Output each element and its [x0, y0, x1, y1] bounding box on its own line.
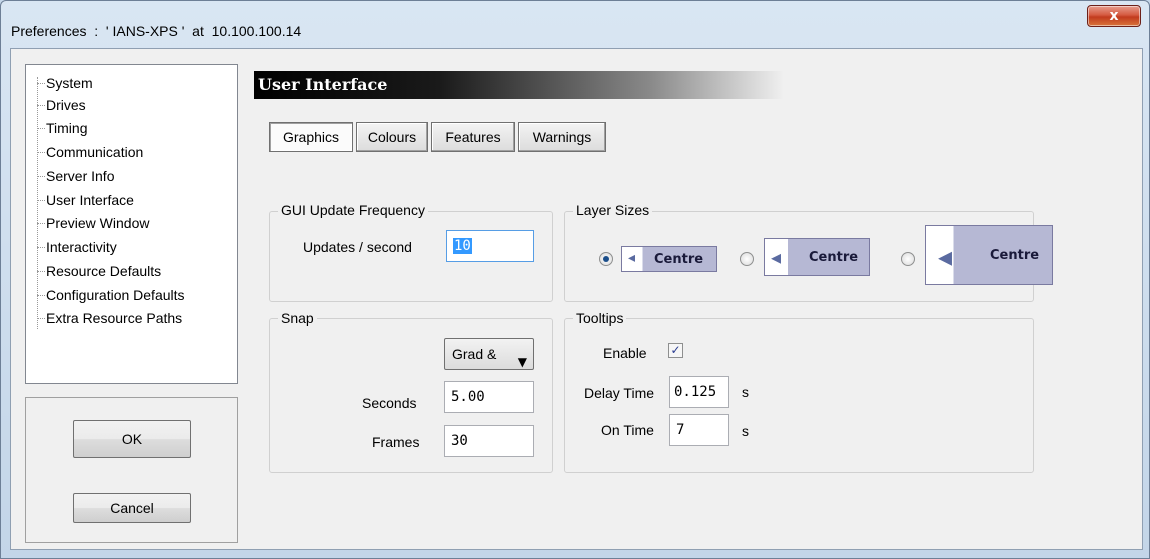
tree-item-label: Extra Resource Paths [46, 310, 183, 326]
speaker-icon: ◂ [938, 240, 953, 273]
tree-item-extra-resource-paths[interactable]: Extra Resource Paths [26, 308, 182, 330]
tab-features[interactable]: Features [431, 122, 515, 152]
delay-time-input[interactable]: 0.125 [669, 376, 729, 408]
title-bar[interactable]: Preferences : ' IANS-XPS ' at 10.100.100… [1, 1, 1149, 45]
layer-size-small-radio[interactable] [599, 252, 613, 266]
tree-item-label: Timing [46, 120, 88, 136]
seconds-label: Seconds [362, 395, 417, 411]
tree-item-drives[interactable]: Drives [26, 95, 86, 117]
layer-sizes-legend: Layer Sizes [573, 202, 653, 218]
speaker-icon: ◂ [771, 245, 782, 269]
updates-per-second-input[interactable]: 10 [446, 230, 534, 262]
updates-per-second-label: Updates / second [303, 239, 412, 255]
tree-item-interactivity[interactable]: Interactivity [26, 237, 117, 259]
tree-item-preview-window[interactable]: Preview Window [26, 213, 149, 235]
checkmark-icon: ✓ [670, 343, 681, 357]
updates-per-second-value: 10 [453, 238, 472, 254]
category-tree[interactable]: System Drives Timing Communication Serve… [25, 64, 238, 384]
frames-input[interactable]: 30 [444, 425, 534, 457]
tree-item-user-interface[interactable]: User Interface [26, 190, 134, 212]
tab-colours[interactable]: Colours [356, 122, 428, 152]
layer-size-medium-button[interactable]: ◂ Centre [764, 238, 870, 276]
on-time-input[interactable]: 7 [669, 414, 729, 446]
tooltips-legend: Tooltips [573, 310, 627, 326]
gui-update-frequency-legend: GUI Update Frequency [278, 202, 428, 218]
frames-label: Frames [372, 434, 420, 450]
tree-item-label: Communication [46, 144, 144, 160]
tab-graphics[interactable]: Graphics [269, 122, 353, 152]
delay-time-label: Delay Time [584, 385, 655, 401]
tree-item-timing[interactable]: Timing [26, 118, 88, 140]
tree-item-communication[interactable]: Communication [26, 142, 143, 164]
tree-item-label: User Interface [46, 192, 134, 208]
layer-size-large-radio[interactable] [901, 252, 915, 266]
layer-size-large-button[interactable]: ◂ Centre [925, 225, 1053, 285]
tree-item-resource-defaults[interactable]: Resource Defaults [26, 261, 161, 283]
enable-checkbox[interactable]: ✓ [668, 343, 683, 358]
close-button[interactable]: x [1087, 5, 1141, 27]
layer-size-medium-label: Centre [809, 250, 859, 265]
seconds-input[interactable]: 5.00 [444, 381, 534, 413]
on-time-unit: s [742, 423, 749, 439]
close-icon: x [1109, 8, 1119, 24]
layer-size-small-label: Centre [654, 252, 704, 267]
cancel-button[interactable]: Cancel [73, 493, 191, 523]
on-time-label: On Time [601, 422, 654, 438]
chevron-down-icon: ▼ [517, 355, 527, 369]
speaker-icon: ◂ [628, 250, 636, 266]
section-title: User Interface [254, 71, 784, 99]
tree-item-system[interactable]: System [26, 73, 93, 95]
tree-item-label: System [46, 75, 93, 91]
snap-mode-value: Grad & [452, 346, 497, 362]
layer-size-large-label: Centre [990, 248, 1040, 263]
tree-item-label: Drives [46, 97, 86, 113]
snap-legend: Snap [278, 310, 317, 326]
tree-item-label: Resource Defaults [46, 263, 162, 279]
preferences-window: Preferences : ' IANS-XPS ' at 10.100.100… [0, 0, 1150, 559]
ok-button[interactable]: OK [73, 420, 191, 458]
tab-warnings[interactable]: Warnings [518, 122, 606, 152]
tree-item-label: Configuration Defaults [46, 287, 185, 303]
tree-item-server-info[interactable]: Server Info [26, 166, 114, 188]
tree-item-configuration-defaults[interactable]: Configuration Defaults [26, 285, 185, 307]
tree-item-label: Server Info [46, 168, 115, 184]
enable-label: Enable [603, 345, 647, 361]
snap-mode-dropdown[interactable]: Grad & ▼ [444, 338, 534, 370]
layer-size-medium-radio[interactable] [740, 252, 754, 266]
window-title: Preferences : ' IANS-XPS ' at 10.100.100… [11, 23, 302, 39]
layer-size-small-button[interactable]: ◂ Centre [621, 246, 717, 272]
tree-item-label: Preview Window [46, 215, 150, 231]
delay-time-unit: s [742, 384, 749, 400]
tree-item-label: Interactivity [46, 239, 117, 255]
